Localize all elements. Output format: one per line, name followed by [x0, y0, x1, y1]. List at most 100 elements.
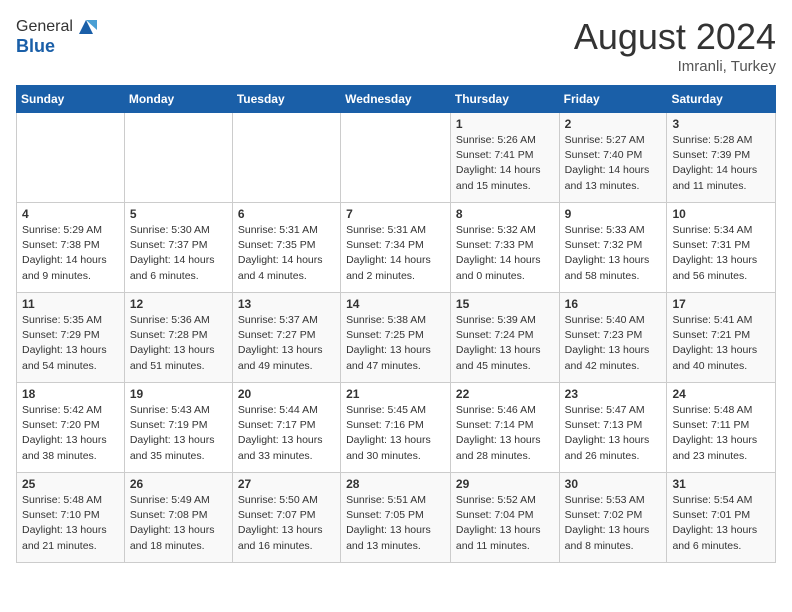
weekday-header: Thursday: [450, 86, 559, 113]
day-number: 1: [456, 117, 554, 131]
calendar-cell: 17 Sunrise: 5:41 AM Sunset: 7:21 PM Dayli…: [667, 293, 776, 383]
page-header: General Blue August 2024 Imranli, Turkey: [16, 16, 776, 75]
calendar-cell: 31 Sunrise: 5:54 AM Sunset: 7:01 PM Dayli…: [667, 473, 776, 563]
day-info: Sunrise: 5:34 AM Sunset: 7:31 PM Dayligh…: [672, 223, 770, 284]
day-number: 25: [22, 477, 119, 491]
day-info: Sunrise: 5:35 AM Sunset: 7:29 PM Dayligh…: [22, 313, 119, 374]
day-info: Sunrise: 5:42 AM Sunset: 7:20 PM Dayligh…: [22, 403, 119, 464]
calendar-cell: 23Sunrise: 5:47 AM Sunset: 7:13 PM Dayli…: [559, 383, 667, 473]
day-number: 6: [238, 207, 335, 221]
calendar-cell: 26 Sunrise: 5:49 AM Sunset: 7:08 PM Dayli…: [124, 473, 232, 563]
logo: General Blue: [16, 16, 97, 57]
calendar-week-row: 25 Sunrise: 5:48 AM Sunset: 7:10 PM Dayli…: [17, 473, 776, 563]
logo-icon: [75, 16, 97, 38]
day-info: Sunrise: 5:31 AM Sunset: 7:35 PM Dayligh…: [238, 223, 335, 284]
day-number: 7: [346, 207, 445, 221]
day-info: Sunrise: 5:31 AM Sunset: 7:34 PM Dayligh…: [346, 223, 445, 284]
calendar-cell: 16 Sunrise: 5:40 AM Sunset: 7:23 PM Dayli…: [559, 293, 667, 383]
day-number: 8: [456, 207, 554, 221]
weekday-header: Friday: [559, 86, 667, 113]
day-info: Sunrise: 5:48 AM Sunset: 7:10 PM Dayligh…: [22, 493, 119, 554]
weekday-header: Sunday: [17, 86, 125, 113]
weekday-header: Tuesday: [232, 86, 340, 113]
day-number: 30: [565, 477, 662, 491]
calendar-cell: 30 Sunrise: 5:53 AM Sunset: 7:02 PM Dayli…: [559, 473, 667, 563]
day-info: Sunrise: 5:40 AM Sunset: 7:23 PM Dayligh…: [565, 313, 662, 374]
day-number: 15: [456, 297, 554, 311]
day-number: 20: [238, 387, 335, 401]
day-info: Sunrise: 5:53 AM Sunset: 7:02 PM Dayligh…: [565, 493, 662, 554]
calendar-cell: 7 Sunrise: 5:31 AM Sunset: 7:34 PM Daylig…: [341, 203, 451, 293]
day-info: Sunrise: 5:26 AM Sunset: 7:41 PM Dayligh…: [456, 133, 554, 194]
calendar-cell: [17, 113, 125, 203]
calendar-cell: [341, 113, 451, 203]
day-number: 13: [238, 297, 335, 311]
calendar-cell: 14Sunrise: 5:38 AM Sunset: 7:25 PM Dayli…: [341, 293, 451, 383]
calendar-week-row: 11 Sunrise: 5:35 AM Sunset: 7:29 PM Dayli…: [17, 293, 776, 383]
calendar-cell: 22 Sunrise: 5:46 AM Sunset: 7:14 PM Dayli…: [450, 383, 559, 473]
calendar-cell: [124, 113, 232, 203]
day-number: 24: [672, 387, 770, 401]
day-number: 22: [456, 387, 554, 401]
day-info: Sunrise: 5:37 AM Sunset: 7:27 PM Dayligh…: [238, 313, 335, 374]
day-number: 2: [565, 117, 662, 131]
logo-blue-text: Blue: [16, 36, 97, 57]
day-info: Sunrise: 5:33 AM Sunset: 7:32 PM Dayligh…: [565, 223, 662, 284]
day-info: Sunrise: 5:30 AM Sunset: 7:37 PM Dayligh…: [130, 223, 227, 284]
day-number: 10: [672, 207, 770, 221]
calendar-cell: 11 Sunrise: 5:35 AM Sunset: 7:29 PM Dayli…: [17, 293, 125, 383]
day-number: 11: [22, 297, 119, 311]
calendar-cell: 19Sunrise: 5:43 AM Sunset: 7:19 PM Dayli…: [124, 383, 232, 473]
calendar-cell: 13 Sunrise: 5:37 AM Sunset: 7:27 PM Dayli…: [232, 293, 340, 383]
day-number: 28: [346, 477, 445, 491]
calendar-week-row: 4Sunrise: 5:29 AM Sunset: 7:38 PM Daylig…: [17, 203, 776, 293]
day-info: Sunrise: 5:28 AM Sunset: 7:39 PM Dayligh…: [672, 133, 770, 194]
day-number: 18: [22, 387, 119, 401]
day-number: 14: [346, 297, 445, 311]
calendar-cell: 20 Sunrise: 5:44 AM Sunset: 7:17 PM Dayli…: [232, 383, 340, 473]
day-info: Sunrise: 5:49 AM Sunset: 7:08 PM Dayligh…: [130, 493, 227, 554]
day-info: Sunrise: 5:36 AM Sunset: 7:28 PM Dayligh…: [130, 313, 227, 374]
weekday-header: Wednesday: [341, 86, 451, 113]
day-info: Sunrise: 5:46 AM Sunset: 7:14 PM Dayligh…: [456, 403, 554, 464]
day-info: Sunrise: 5:44 AM Sunset: 7:17 PM Dayligh…: [238, 403, 335, 464]
calendar-cell: 1 Sunrise: 5:26 AM Sunset: 7:41 PM Daylig…: [450, 113, 559, 203]
day-number: 12: [130, 297, 227, 311]
calendar-cell: [232, 113, 340, 203]
calendar-cell: 5 Sunrise: 5:30 AM Sunset: 7:37 PM Daylig…: [124, 203, 232, 293]
day-info: Sunrise: 5:51 AM Sunset: 7:05 PM Dayligh…: [346, 493, 445, 554]
weekday-header: Saturday: [667, 86, 776, 113]
day-info: Sunrise: 5:41 AM Sunset: 7:21 PM Dayligh…: [672, 313, 770, 374]
day-number: 16: [565, 297, 662, 311]
calendar-cell: 28 Sunrise: 5:51 AM Sunset: 7:05 PM Dayli…: [341, 473, 451, 563]
calendar-cell: 9 Sunrise: 5:33 AM Sunset: 7:32 PM Daylig…: [559, 203, 667, 293]
day-number: 9: [565, 207, 662, 221]
month-title: August 2024: [574, 16, 776, 58]
calendar-week-row: 1 Sunrise: 5:26 AM Sunset: 7:41 PM Daylig…: [17, 113, 776, 203]
calendar-cell: 3 Sunrise: 5:28 AM Sunset: 7:39 PM Daylig…: [667, 113, 776, 203]
day-info: Sunrise: 5:47 AM Sunset: 7:13 PM Dayligh…: [565, 403, 662, 464]
calendar-cell: 27Sunrise: 5:50 AM Sunset: 7:07 PM Dayli…: [232, 473, 340, 563]
day-number: 27: [238, 477, 335, 491]
day-info: Sunrise: 5:48 AM Sunset: 7:11 PM Dayligh…: [672, 403, 770, 464]
day-number: 3: [672, 117, 770, 131]
calendar-cell: 24 Sunrise: 5:48 AM Sunset: 7:11 PM Dayli…: [667, 383, 776, 473]
location-subtitle: Imranli, Turkey: [574, 58, 776, 75]
calendar-cell: 15Sunrise: 5:39 AM Sunset: 7:24 PM Dayli…: [450, 293, 559, 383]
calendar-cell: 8Sunrise: 5:32 AM Sunset: 7:33 PM Daylig…: [450, 203, 559, 293]
calendar-cell: 4Sunrise: 5:29 AM Sunset: 7:38 PM Daylig…: [17, 203, 125, 293]
day-number: 17: [672, 297, 770, 311]
day-info: Sunrise: 5:52 AM Sunset: 7:04 PM Dayligh…: [456, 493, 554, 554]
calendar-cell: 12 Sunrise: 5:36 AM Sunset: 7:28 PM Dayli…: [124, 293, 232, 383]
day-number: 5: [130, 207, 227, 221]
day-number: 31: [672, 477, 770, 491]
day-number: 29: [456, 477, 554, 491]
day-info: Sunrise: 5:43 AM Sunset: 7:19 PM Dayligh…: [130, 403, 227, 464]
day-number: 26: [130, 477, 227, 491]
title-block: August 2024 Imranli, Turkey: [574, 16, 776, 75]
calendar-cell: 21Sunrise: 5:45 AM Sunset: 7:16 PM Dayli…: [341, 383, 451, 473]
calendar-cell: 2Sunrise: 5:27 AM Sunset: 7:40 PM Daylig…: [559, 113, 667, 203]
logo-general-text: General: [16, 18, 73, 36]
calendar-cell: 25 Sunrise: 5:48 AM Sunset: 7:10 PM Dayli…: [17, 473, 125, 563]
day-info: Sunrise: 5:54 AM Sunset: 7:01 PM Dayligh…: [672, 493, 770, 554]
